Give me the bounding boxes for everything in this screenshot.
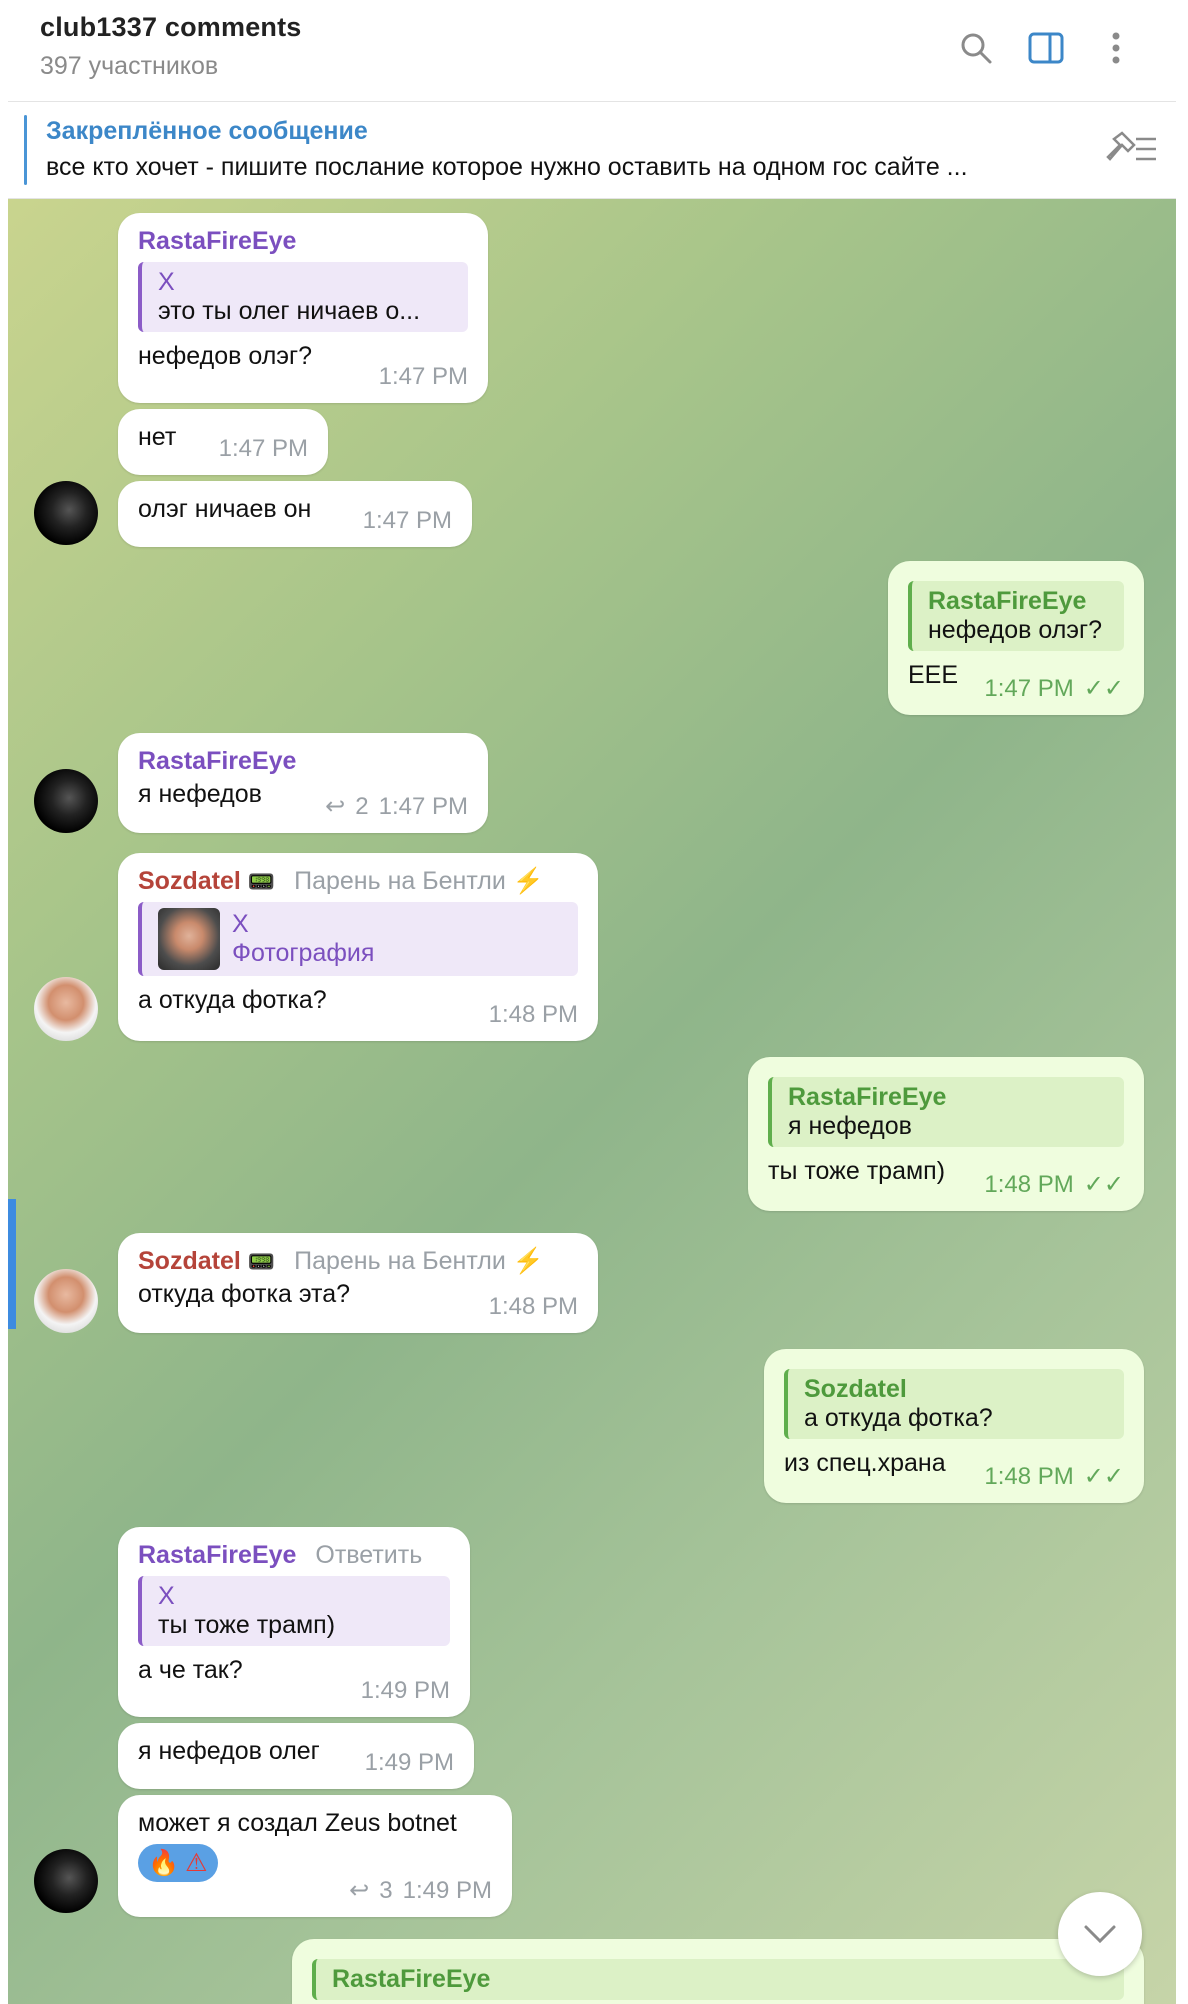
sender-name-text: Sozdatel — [138, 1247, 241, 1275]
sender-rank: Парень на Бентли — [294, 1247, 506, 1275]
sidebar-icon[interactable] — [1024, 26, 1068, 70]
reply-text: ты тоже трамп) — [158, 1611, 336, 1639]
sender-name[interactable]: Sozdatel 📟 Парень на Бентли ⚡ — [138, 867, 578, 896]
reply-action[interactable]: Ответить — [315, 1541, 422, 1569]
reply-arrow-icon[interactable]: ↩ — [325, 792, 345, 821]
message-time: 1:48 PM — [488, 1293, 578, 1320]
reply-quote[interactable]: RastaFireEye — [312, 1959, 1124, 2000]
message-time: 1:49 PM — [360, 1677, 450, 1704]
sender-rank: Парень на Бентли — [294, 867, 506, 895]
pinned-bar — [24, 115, 27, 185]
pinned-title: Закреплённое сообщение — [46, 117, 368, 145]
reply-name: RastaFireEye — [788, 1083, 947, 1111]
reply-count[interactable]: 3 — [379, 1877, 392, 1905]
sender-name[interactable]: RastaFireEye — [138, 747, 468, 776]
fire-reaction-icon[interactable]: 🔥 — [148, 1849, 179, 1878]
reply-text: я нефедов — [788, 1112, 912, 1140]
read-check-icon: ✓✓ — [1083, 675, 1124, 702]
reply-name: X — [158, 1582, 175, 1610]
message-bubble[interactable]: RastaFireEye я нефедов ↩ 2 1:47 PM — [118, 733, 488, 833]
message-bubble[interactable]: я нефедов олег 1:49 PM — [118, 1723, 474, 1789]
scroll-indicator — [8, 1199, 16, 1329]
sender-name[interactable]: Sozdatel 📟 Парень на Бентли ⚡ — [138, 1247, 578, 1276]
read-check-icon: ✓✓ — [1083, 1463, 1124, 1490]
reply-name: RastaFireEye — [928, 587, 1087, 615]
message-bubble[interactable]: олэг ничаев он 1:47 PM — [118, 481, 472, 547]
message-bubble[interactable]: RastaFireEye нефедов олэг? ЕЕЕ 1:47 PM ✓✓ — [888, 561, 1144, 715]
reactions[interactable]: 🔥 ⚠ — [138, 1844, 218, 1882]
message-bubble[interactable]: RastaFireEye Ответить X ты тоже трамп) а… — [118, 1527, 470, 1717]
message-bubble[interactable]: Sozdatel а откуда фотка? из спец.храна 1… — [764, 1349, 1144, 1503]
reply-quote[interactable]: RastaFireEye нефедов олэг? — [908, 581, 1124, 651]
more-icon[interactable] — [1094, 26, 1138, 70]
sender-name-text: Sozdatel — [138, 867, 241, 895]
warning-reaction-icon[interactable]: ⚠ — [185, 1848, 207, 1878]
message-time: 1:48 PM — [984, 1462, 1074, 1490]
lightning-icon: ⚡ — [512, 867, 544, 895]
chat-area[interactable]: RastaFireEye X это ты олег ничаев о... н… — [8, 199, 1176, 2004]
reply-text: это ты олег ничаев о... — [158, 297, 421, 325]
avatar[interactable] — [34, 977, 98, 1041]
pager-emoji-icon: 📟 — [247, 1249, 276, 1274]
reply-quote[interactable]: X Фотография — [138, 902, 578, 976]
sender-name-text: RastaFireEye — [138, 1541, 297, 1569]
read-check-icon: ✓✓ — [1083, 1171, 1124, 1198]
message-bubble[interactable]: может я создал Zeus botnet 🔥 ⚠ ↩ 3 1:49 … — [118, 1795, 512, 1917]
sender-name[interactable]: RastaFireEye — [138, 227, 468, 256]
message-bubble[interactable]: Sozdatel 📟 Парень на Бентли ⚡ X Фотограф… — [118, 853, 598, 1041]
lightning-icon: ⚡ — [512, 1247, 544, 1275]
reply-count[interactable]: 2 — [355, 793, 368, 821]
message-time: 1:47 PM — [378, 792, 468, 820]
member-count[interactable]: 397 участников — [40, 52, 218, 81]
message-time: 1:48 PM — [488, 1001, 578, 1028]
message-bubble[interactable]: RastaFireEye X это ты олег ничаев о... н… — [118, 213, 488, 403]
message-text: может я создал Zeus botnet — [138, 1809, 457, 1837]
photo-thumbnail — [158, 908, 220, 970]
sender-name[interactable]: RastaFireEye Ответить — [138, 1541, 450, 1570]
avatar[interactable] — [34, 1849, 98, 1913]
message-time: 1:47 PM — [362, 507, 452, 534]
reply-text: нефедов олэг? — [928, 616, 1103, 644]
message-bubble[interactable]: RastaFireEye я нефедов ты тоже трамп) 1:… — [748, 1057, 1144, 1211]
message-time: 1:48 PM — [984, 1170, 1074, 1198]
pinned-message[interactable]: Закреплённое сообщение все кто хочет - п… — [8, 103, 1176, 199]
reply-name: X — [232, 910, 249, 938]
message-bubble[interactable]: нет 1:47 PM — [118, 409, 328, 475]
message-bubble[interactable]: Sozdatel 📟 Парень на Бентли ⚡ откуда фот… — [118, 1233, 598, 1333]
reply-name: X — [158, 268, 175, 296]
window-edge — [1176, 0, 1188, 2004]
search-icon[interactable] — [954, 26, 998, 70]
reply-quote[interactable]: RastaFireEye я нефедов — [768, 1077, 1124, 1147]
scroll-down-button[interactable] — [1058, 1892, 1142, 1976]
reply-quote[interactable]: X это ты олег ничаев о... — [138, 262, 468, 332]
avatar[interactable] — [34, 1269, 98, 1333]
message-time: 1:47 PM — [378, 363, 468, 390]
chat-title[interactable]: club1337 comments — [40, 12, 302, 43]
reply-name: Sozdatel — [804, 1375, 907, 1403]
message-time: 1:49 PM — [364, 1749, 454, 1776]
reply-text: Фотография — [232, 939, 375, 967]
avatar[interactable] — [34, 481, 98, 545]
chat-header: club1337 comments 397 участников — [8, 0, 1176, 102]
pager-emoji-icon: 📟 — [247, 869, 276, 894]
message-time: 1:47 PM — [984, 674, 1074, 702]
reply-name: RastaFireEye — [332, 1965, 491, 1993]
avatar[interactable] — [34, 769, 98, 833]
message-time: 1:47 PM — [218, 435, 308, 462]
reply-arrow-icon[interactable]: ↩ — [349, 1876, 369, 1905]
pin-list-icon[interactable] — [1100, 127, 1160, 171]
reply-quote[interactable]: X ты тоже трамп) — [138, 1576, 450, 1646]
reply-quote[interactable]: Sozdatel а откуда фотка? — [784, 1369, 1124, 1439]
reply-text: а откуда фотка? — [804, 1404, 993, 1432]
chevron-down-icon — [1084, 1925, 1116, 1944]
message-time: 1:49 PM — [402, 1876, 492, 1904]
pinned-text: все кто хочет - пишите послание которое … — [46, 153, 968, 181]
message-bubble[interactable]: RastaFireEye — [292, 1939, 1144, 2004]
